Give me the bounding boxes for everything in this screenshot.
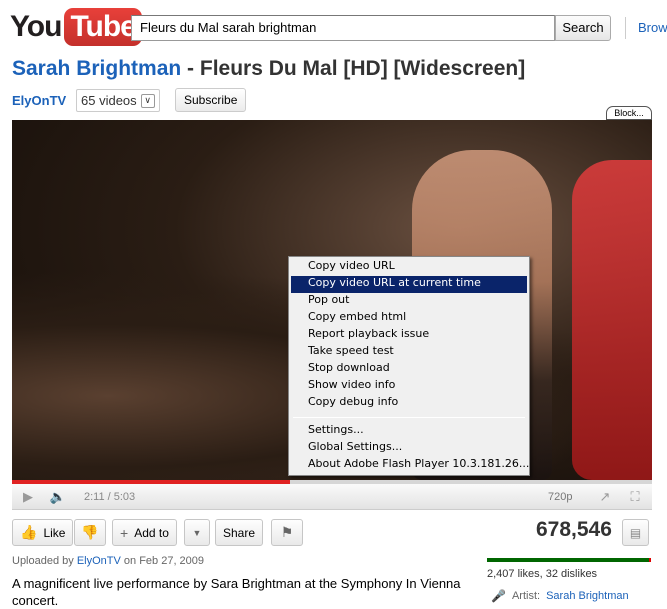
likes-ratio-bar (487, 558, 651, 562)
like-button[interactable]: 👍 Like (12, 519, 74, 546)
browse-link[interactable]: Browse (638, 20, 667, 35)
menu-item-global-settings[interactable]: Global Settings... (291, 440, 527, 457)
header-divider (625, 17, 626, 39)
artist-link[interactable]: Sarah Brightman (546, 590, 629, 602)
view-count: 678,546 (536, 518, 612, 541)
add-to-dropdown-button[interactable]: ▼ (184, 519, 210, 546)
chevron-down-icon: ∨ (140, 93, 155, 108)
menu-item-copy-url-at-time[interactable]: Copy video URL at current time (291, 276, 527, 293)
artist-info: 🎤 Artist: Sarah Brightman (491, 589, 629, 603)
subscribe-button[interactable]: Subscribe (175, 88, 247, 112)
videos-count: 65 videos (81, 93, 137, 108)
plus-icon: + (120, 524, 129, 541)
stats-button[interactable]: ▤ (622, 519, 649, 546)
menu-item-speed-test[interactable]: Take speed test (291, 344, 527, 361)
search-button[interactable]: Search (555, 15, 611, 41)
likes-dislikes-count: 2,407 likes, 32 dislikes (487, 568, 598, 580)
share-button[interactable]: Share (215, 519, 264, 546)
youtube-logo[interactable]: You Tube (10, 7, 142, 47)
volume-icon[interactable]: 🔈 (46, 487, 70, 507)
youtube-page: You Tube Fleurs du Mal sarah brightman S… (0, 0, 667, 609)
share-label: Share (223, 525, 256, 540)
menu-item-copy-embed[interactable]: Copy embed html (291, 310, 527, 327)
popout-icon[interactable]: ↗ (594, 487, 616, 507)
upload-info: Uploaded by ElyOnTV on Feb 27, 2009 (12, 555, 204, 567)
play-icon[interactable]: ▶ (18, 487, 38, 507)
stats-chart-icon: ▤ (629, 525, 642, 540)
add-to-button[interactable]: + Add to (112, 519, 177, 546)
like-label: Like (43, 525, 66, 540)
title-artist-link[interactable]: Sarah Brightman (12, 57, 181, 80)
menu-separator (293, 417, 525, 418)
title-text: - Fleurs Du Mal [HD] [Widescreen] (181, 57, 526, 80)
channel-videos-dropdown[interactable]: 65 videos ∨ (76, 89, 160, 112)
uploaded-date: on Feb 27, 2009 (120, 555, 205, 567)
flash-context-menu: Copy video URL Copy video URL at current… (288, 256, 530, 476)
flag-button[interactable]: ⚑ (271, 519, 303, 546)
video-frame-red-figure (572, 160, 652, 480)
artist-label: Artist: (511, 590, 541, 602)
channel-link[interactable]: ElyOnTV (12, 93, 66, 108)
quality-selector[interactable]: 720p (548, 491, 572, 503)
menu-item-stop-download[interactable]: Stop download (291, 361, 527, 378)
fullscreen-icon[interactable]: ⛶ (624, 487, 646, 507)
video-title: Sarah Brightman - Fleurs Du Mal [HD] [Wi… (12, 57, 525, 81)
uploader-link[interactable]: ElyOnTV (77, 555, 121, 567)
search-input[interactable]: Fleurs du Mal sarah brightman (131, 15, 555, 41)
microphone-icon: 🎤 (491, 589, 506, 603)
uploaded-prefix: Uploaded by (12, 555, 77, 567)
caret-down-icon: ▼ (192, 527, 202, 538)
thumbs-down-icon: 👎 (81, 524, 99, 540)
menu-item-copy-video-url[interactable]: Copy video URL (291, 259, 527, 276)
menu-item-video-info[interactable]: Show video info (291, 378, 527, 395)
likes-ratio-fill (487, 558, 649, 562)
menu-item-report-issue[interactable]: Report playback issue (291, 327, 527, 344)
menu-item-about-flash[interactable]: About Adobe Flash Player 10.3.181.26... (291, 457, 529, 474)
add-to-label: Add to (134, 525, 169, 540)
thumbs-up-icon: 👍 (20, 524, 38, 540)
dislike-button[interactable]: 👎 (74, 519, 106, 546)
flag-icon: ⚑ (280, 524, 294, 540)
video-description: A magnificent live performance by Sara B… (12, 576, 461, 608)
player-controls: ▶ 🔈 2:11 / 5:03 720p ↗ ⛶ (12, 484, 652, 510)
logo-you-text: You (10, 10, 62, 43)
menu-item-pop-out[interactable]: Pop out (291, 293, 527, 310)
menu-item-debug-info[interactable]: Copy debug info (291, 395, 527, 412)
block-tab[interactable]: Block... (606, 106, 652, 120)
time-display: 2:11 / 5:03 (84, 491, 136, 503)
menu-item-settings[interactable]: Settings... (291, 423, 527, 440)
